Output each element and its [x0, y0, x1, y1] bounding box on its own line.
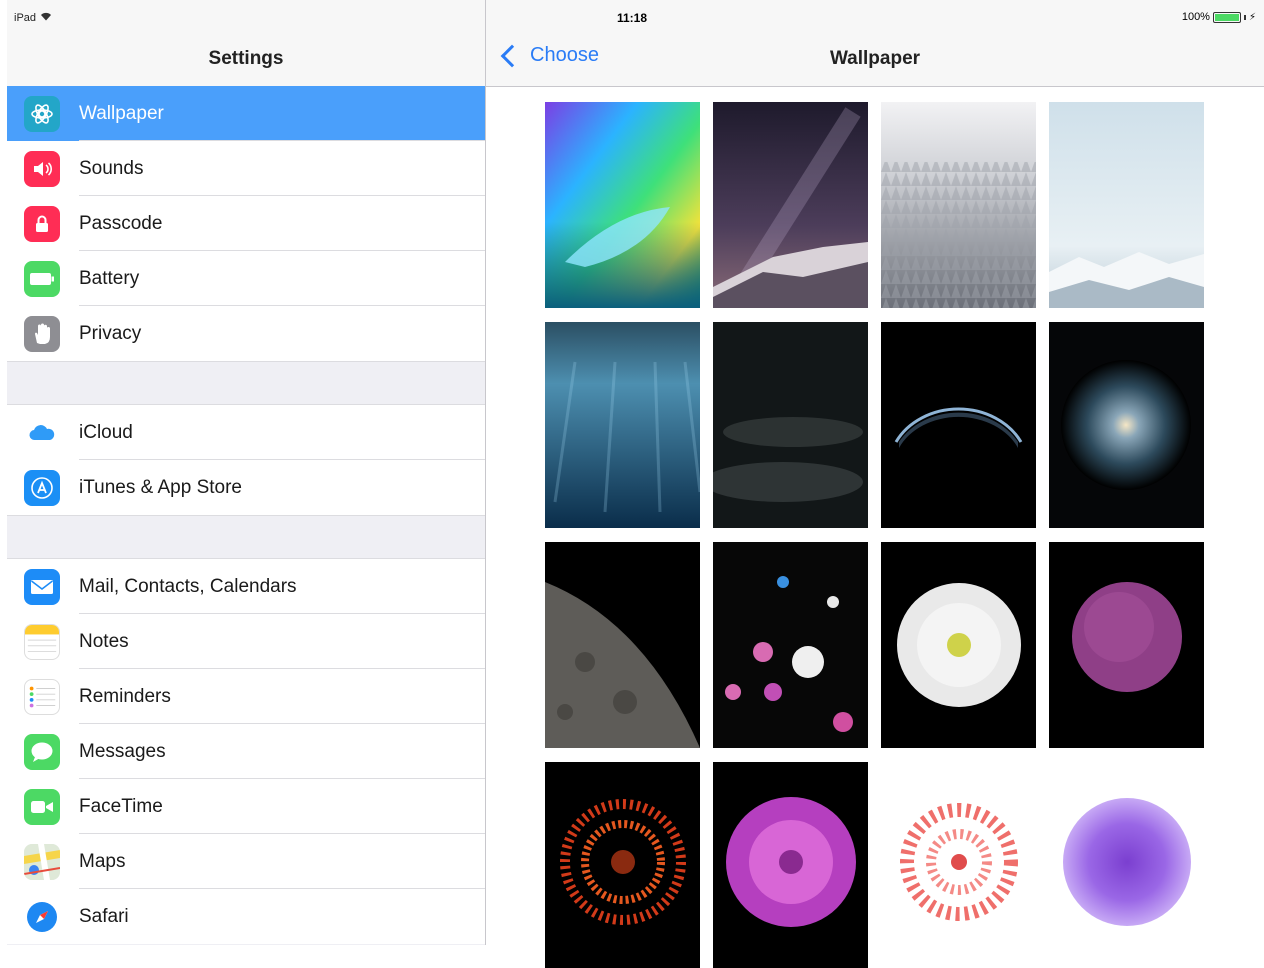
settings-item-reminders[interactable]: Reminders: [7, 669, 485, 724]
settings-item-icloud[interactable]: iCloud: [7, 405, 485, 460]
settings-item-itunes-app-store[interactable]: iTunes & App Store: [7, 460, 485, 515]
settings-item-label: Reminders: [79, 685, 171, 707]
wallpaper-moon-surface[interactable]: [545, 542, 700, 748]
wallpaper-snowy-forest[interactable]: [881, 102, 1036, 308]
status-bar: iPad 11:18 100% ⚡: [0, 0, 1264, 32]
settings-item-label: Mail, Contacts, Calendars: [79, 575, 297, 597]
battery-icon: [24, 260, 60, 297]
settings-item-facetime[interactable]: FaceTime: [7, 779, 485, 834]
icloud-icon: [24, 414, 60, 451]
app-store-icon: [24, 469, 60, 506]
passcode-icon: [24, 205, 60, 242]
settings-item-label: Messages: [79, 740, 166, 762]
wallpaper-pink-chrysanthemum-white[interactable]: [881, 762, 1036, 968]
notes-icon: [24, 623, 60, 660]
battery-percent: 100%: [1181, 11, 1210, 23]
wallpaper-flower-bouquet[interactable]: [713, 542, 868, 748]
wallpaper-purple-hydrangea[interactable]: [1049, 542, 1204, 748]
wallpaper-rainbow-wave[interactable]: [545, 102, 700, 308]
charging-icon: ⚡: [1248, 11, 1256, 23]
wallpaper-underwater[interactable]: [545, 322, 700, 528]
status-right: 100% ⚡: [1182, 11, 1256, 23]
wallpaper-title: Wallpaper: [829, 48, 921, 69]
messages-icon: [24, 733, 60, 770]
sounds-icon: [24, 150, 60, 187]
maps-icon: [24, 843, 60, 880]
settings-item-label: Battery: [79, 267, 140, 289]
settings-item-messages[interactable]: Messages: [7, 724, 485, 779]
wallpaper-icon: [24, 95, 60, 132]
group-separator: [7, 515, 485, 559]
wallpaper-dark-clouds[interactable]: [713, 322, 868, 528]
settings-list: Wallpaper Sounds Passcode Battery Privac…: [7, 86, 485, 944]
settings-item-notes[interactable]: Notes: [7, 614, 485, 669]
settings-item-wallpaper[interactable]: Wallpaper: [7, 86, 485, 141]
status-time: 11:18: [616, 11, 648, 25]
wallpaper-earth-horizon[interactable]: [881, 322, 1036, 528]
settings-item-label: iCloud: [79, 421, 133, 443]
settings-item-label: Sounds: [79, 157, 144, 179]
settings-item-safari[interactable]: Safari: [7, 889, 485, 944]
wallpaper-red-chrysanthemum[interactable]: [545, 762, 700, 968]
settings-item-label: Maps: [79, 850, 126, 872]
settings-item-battery[interactable]: Battery: [7, 251, 485, 306]
settings-item-label: Privacy: [79, 322, 142, 344]
battery-tip: [1243, 14, 1246, 20]
settings-item-passcode[interactable]: Passcode: [7, 196, 485, 251]
settings-item-label: Passcode: [79, 212, 163, 234]
settings-item-label: iTunes & App Store: [79, 476, 243, 498]
privacy-icon: [24, 315, 60, 352]
wallpaper-white-dahlia[interactable]: [881, 542, 1036, 748]
settings-title: Settings: [208, 48, 284, 69]
wallpaper-magenta-dahlia[interactable]: [713, 762, 868, 968]
wallpaper-purple-flower-white[interactable]: [1049, 762, 1204, 968]
wallpaper-grid: [545, 102, 1204, 968]
settings-item-privacy[interactable]: Privacy: [7, 306, 485, 361]
settings-item-label: Wallpaper: [79, 102, 164, 124]
mail-icon: [24, 568, 60, 605]
group-separator: [7, 361, 485, 405]
wallpaper-spiral-galaxy[interactable]: [1049, 322, 1204, 528]
wallpaper-milky-way-mountain[interactable]: [713, 102, 868, 308]
settings-item-mail[interactable]: Mail, Contacts, Calendars: [7, 559, 485, 614]
safari-icon: [24, 898, 60, 935]
facetime-icon: [24, 788, 60, 825]
wallpaper-pane: Choose Wallpaper: [486, 0, 1264, 968]
settings-item-label: Safari: [79, 905, 129, 927]
battery-level-icon: [1212, 11, 1241, 23]
settings-sidebar: Settings Wallpaper Sounds Passcode Batte…: [7, 0, 486, 945]
reminders-icon: [24, 678, 60, 715]
settings-item-sounds[interactable]: Sounds: [7, 141, 485, 196]
wallpaper-snowy-mountains[interactable]: [1049, 102, 1204, 308]
settings-item-label: FaceTime: [79, 795, 163, 817]
settings-item-label: Notes: [79, 630, 129, 652]
settings-item-maps[interactable]: Maps: [7, 834, 485, 889]
